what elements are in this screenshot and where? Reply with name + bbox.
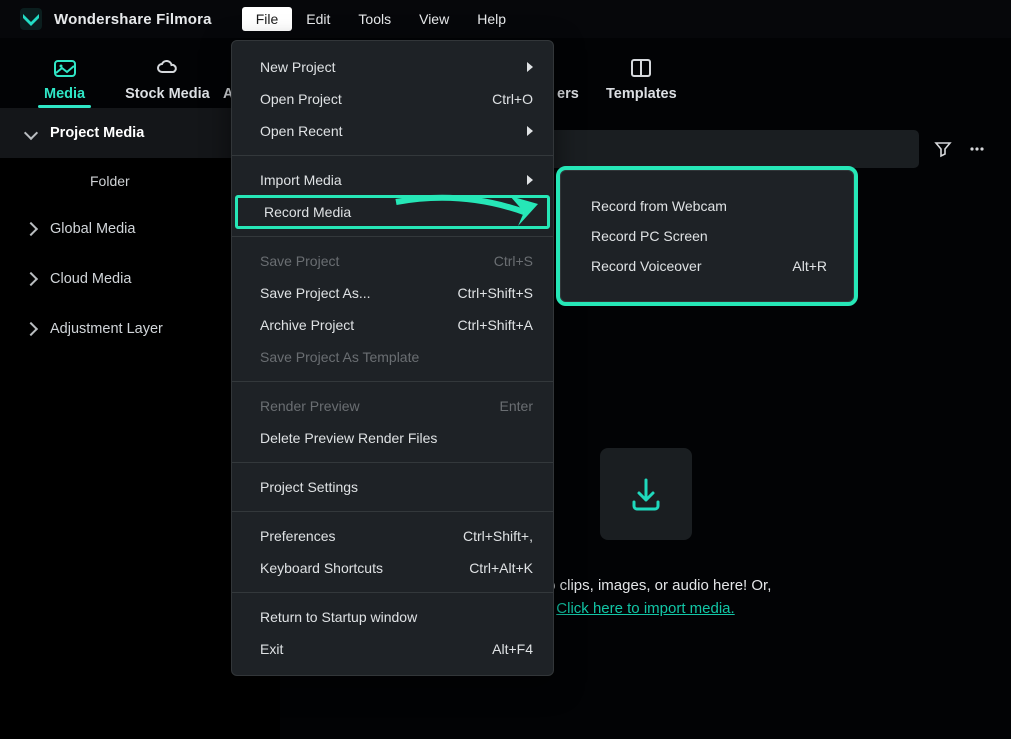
tab-stock-media[interactable]: Stock Media xyxy=(125,58,210,108)
submenu-record-voiceover[interactable]: Record VoiceoverAlt+R xyxy=(561,251,853,281)
tab-ers-label: ers xyxy=(557,86,579,102)
sidebar-folder-label: Folder xyxy=(90,173,130,189)
chevron-down-icon xyxy=(24,126,38,140)
separator xyxy=(232,511,553,512)
submenu-record-webcam[interactable]: Record from Webcam xyxy=(561,191,853,221)
menu-new-project[interactable]: New Project xyxy=(232,51,553,83)
menu-exit[interactable]: ExitAlt+F4 xyxy=(232,633,553,665)
tab-stock-label: Stock Media xyxy=(125,86,210,102)
menubar: File Edit Tools View Help xyxy=(242,7,520,31)
separator xyxy=(232,236,553,237)
menu-return-startup[interactable]: Return to Startup window xyxy=(232,601,553,633)
app-logo-icon xyxy=(20,8,42,30)
separator xyxy=(232,592,553,593)
menu-file[interactable]: File xyxy=(242,7,293,31)
tab-partial-ers[interactable]: ers xyxy=(557,78,579,108)
menu-view[interactable]: View xyxy=(405,7,463,31)
chevron-right-icon xyxy=(24,222,38,236)
menu-import-media[interactable]: Import Media xyxy=(232,164,553,196)
chevron-right-icon xyxy=(523,207,529,217)
drop-hint: video clips, images, or audio here! Or, … xyxy=(520,574,772,621)
menu-save-project: Save ProjectCtrl+S xyxy=(232,245,553,277)
chevron-right-icon xyxy=(527,175,533,185)
menu-keyboard-shortcuts[interactable]: Keyboard ShortcutsCtrl+Alt+K xyxy=(232,552,553,584)
separator xyxy=(232,155,553,156)
tab-templates-label: Templates xyxy=(606,86,677,102)
menu-save-project-as[interactable]: Save Project As...Ctrl+Shift+S xyxy=(232,277,553,309)
menu-open-project[interactable]: Open ProjectCtrl+O xyxy=(232,83,553,115)
media-icon xyxy=(54,58,76,78)
drop-hint-text: video clips, images, or audio here! Or, xyxy=(520,577,772,594)
separator xyxy=(232,462,553,463)
separator xyxy=(232,381,553,382)
tab-media-label: Media xyxy=(44,86,85,102)
more-icon[interactable] xyxy=(967,139,987,159)
menu-help[interactable]: Help xyxy=(463,7,520,31)
menu-project-settings[interactable]: Project Settings xyxy=(232,471,553,503)
menu-open-recent[interactable]: Open Recent xyxy=(232,115,553,147)
sidebar-adj-label: Adjustment Layer xyxy=(50,321,163,337)
chevron-right-icon xyxy=(24,272,38,286)
menu-render-preview: Render PreviewEnter xyxy=(232,390,553,422)
menu-tools[interactable]: Tools xyxy=(344,7,405,31)
record-media-submenu: Record from Webcam Record PC Screen Reco… xyxy=(560,170,854,302)
tab-media[interactable]: Media xyxy=(44,58,85,108)
chevron-right-icon xyxy=(24,322,38,336)
submenu-record-screen[interactable]: Record PC Screen xyxy=(561,221,853,251)
templates-icon xyxy=(630,58,652,78)
tab-templates[interactable]: Templates xyxy=(606,58,677,108)
filter-icon[interactable] xyxy=(933,139,953,159)
menu-edit[interactable]: Edit xyxy=(292,7,344,31)
import-link[interactable]: Click here to import media. xyxy=(556,600,734,617)
menu-save-template: Save Project As Template xyxy=(232,341,553,373)
chevron-right-icon xyxy=(527,126,533,136)
sidebar-cloud-label: Cloud Media xyxy=(50,271,131,287)
import-icon xyxy=(600,448,692,540)
sidebar-project-media-label: Project Media xyxy=(50,125,144,141)
menu-archive-project[interactable]: Archive ProjectCtrl+Shift+A xyxy=(232,309,553,341)
menu-record-media[interactable]: Record Media xyxy=(236,196,549,228)
file-menu-dropdown: New Project Open ProjectCtrl+O Open Rece… xyxy=(231,40,554,676)
app-title: Wondershare Filmora xyxy=(54,11,212,28)
cloud-icon xyxy=(156,58,178,78)
sidebar-global-label: Global Media xyxy=(50,221,135,237)
titlebar: Wondershare Filmora File Edit Tools View… xyxy=(0,0,1011,38)
menu-delete-preview[interactable]: Delete Preview Render Files xyxy=(232,422,553,454)
chevron-right-icon xyxy=(527,62,533,72)
menu-preferences[interactable]: PreferencesCtrl+Shift+, xyxy=(232,520,553,552)
